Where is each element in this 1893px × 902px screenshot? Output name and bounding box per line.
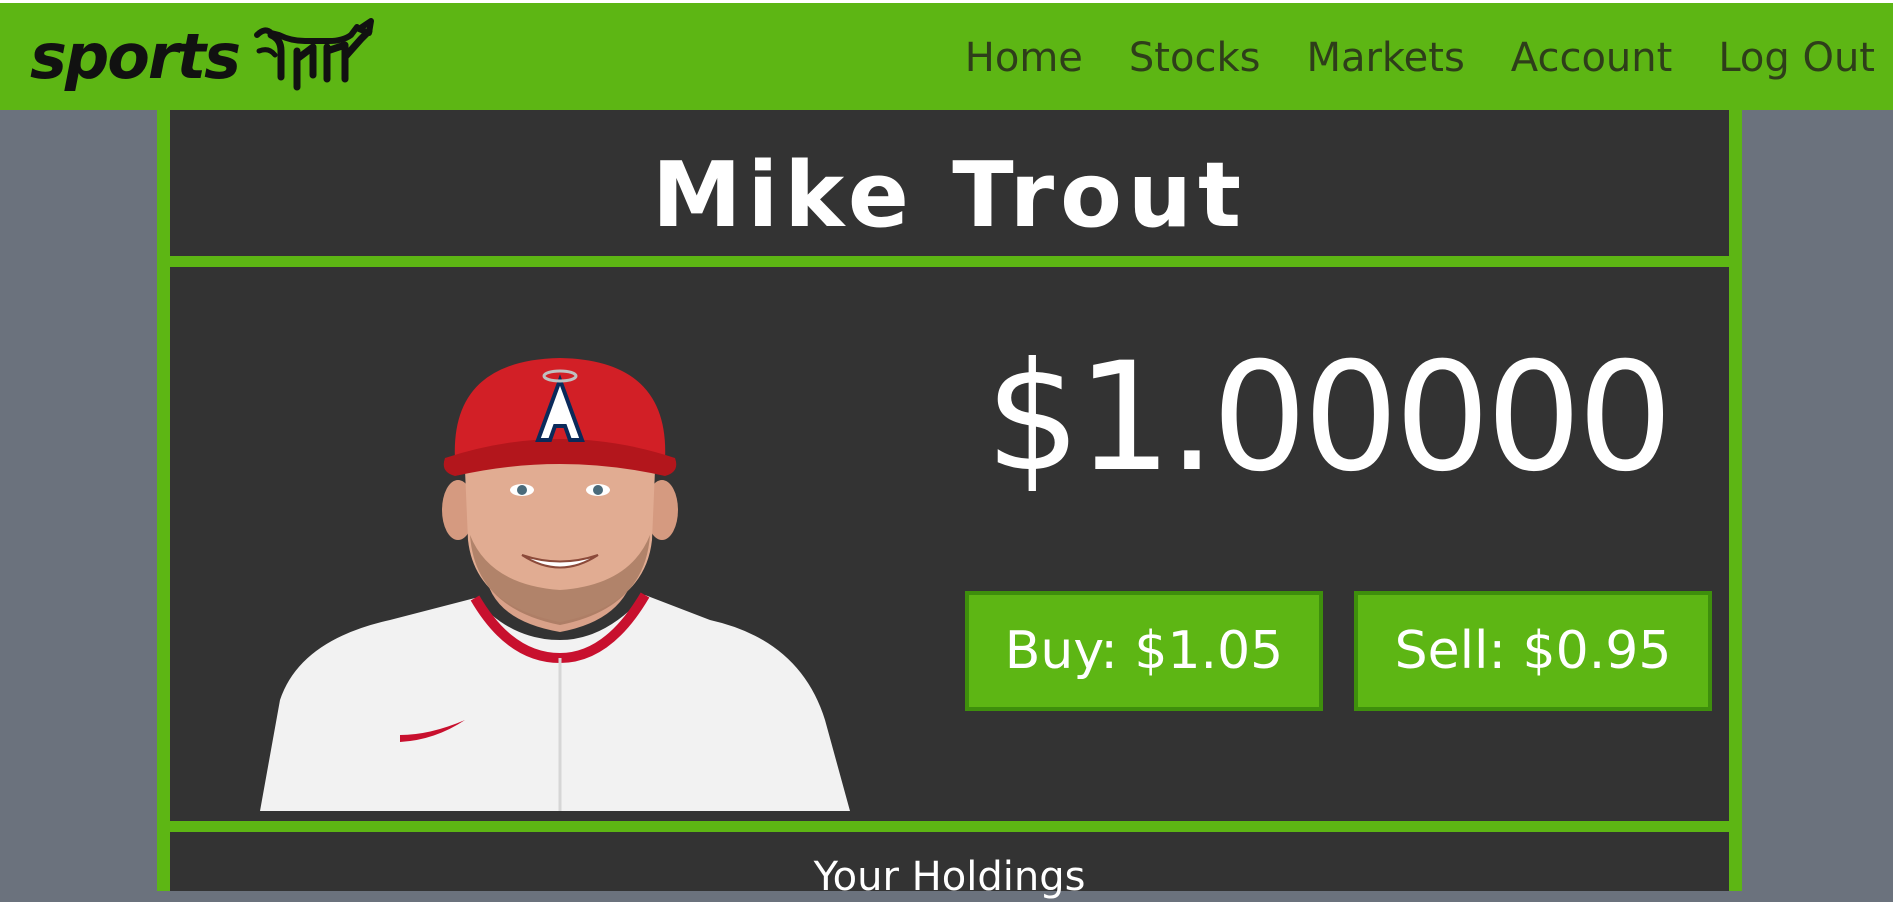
player-name: Mike Trout	[651, 142, 1248, 248]
nav-account[interactable]: Account	[1511, 33, 1673, 83]
sell-button[interactable]: Sell: $0.95	[1354, 591, 1712, 711]
brand-logo[interactable]: sports	[30, 17, 381, 97]
main-nav: Home Stocks Markets Account Log Out	[965, 33, 1875, 83]
nav-log-out[interactable]: Log Out	[1718, 33, 1875, 83]
player-photo	[260, 358, 850, 811]
holdings-title: Your Holdings	[813, 854, 1086, 900]
top-navbar: sports Home Stocks Markets Account Log O…	[0, 0, 1893, 110]
stock-price: $1.00000	[985, 331, 1673, 505]
nav-home[interactable]: Home	[965, 33, 1083, 83]
buy-button[interactable]: Buy: $1.05	[965, 591, 1323, 711]
player-card: Mike Trout $1.00000 Buy: $1.05 Sell: $0.…	[157, 110, 1742, 900]
nav-markets[interactable]: Markets	[1306, 33, 1464, 83]
nav-stocks[interactable]: Stocks	[1129, 33, 1261, 83]
title-area: Mike Trout	[170, 110, 1729, 256]
divider	[170, 821, 1729, 832]
brand-logo-text: sports	[30, 20, 241, 93]
bull-chart-icon	[254, 18, 374, 91]
divider	[170, 256, 1729, 267]
